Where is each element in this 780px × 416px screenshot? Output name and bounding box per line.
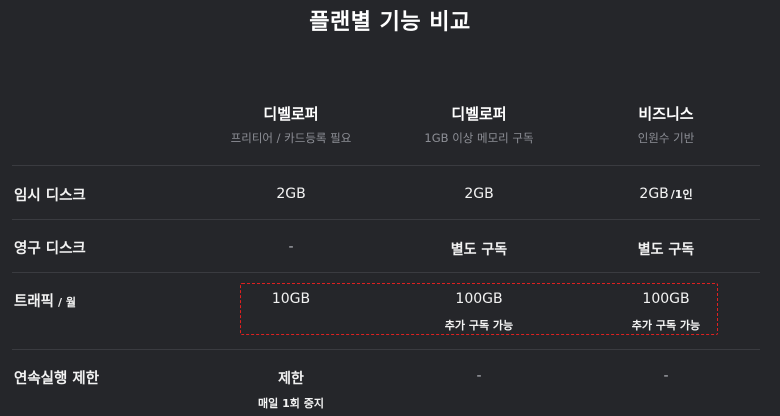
row-label-text: 트래픽 [14,294,55,310]
cell-unit: /1인 [670,188,693,201]
row-label-traffic: 트래픽 / 월 [14,290,76,311]
row-label-persistent-disk: 영구 디스크 [14,237,86,258]
plan-header-business: 비즈니스 인원수 기반 [573,104,759,146]
row-divider [12,165,760,166]
row-divider [12,272,760,273]
row-label-temp-disk: 임시 디스크 [14,184,86,205]
traffic-highlight-box [240,283,718,335]
cell-run-limit-plan2: - [476,368,482,384]
row-label-text: 연속실행 제한 [14,371,100,387]
cell-persistent-disk-plan3: 별도 구독 [637,242,695,258]
page-title: 플랜별 기능 비교 [309,10,471,35]
plan-comparison-page: 플랜별 기능 비교 디벨로퍼 프리티어 / 카드등록 필요 디벨로퍼 1GB 이… [0,0,780,416]
row-divider [12,349,760,350]
row-divider [12,219,760,220]
cell-run-limit-plan1-note: 매일 1회 중지 [258,397,324,410]
cell-run-limit-plan1: 제한 [278,371,304,387]
cell-temp-disk-plan1: 2GB [276,186,306,202]
row-label-unit: / 월 [58,296,76,309]
row-label-text: 영구 디스크 [14,241,86,257]
plan-name: 디벨로퍼 [451,105,507,123]
plan-header-developer-paid: 디벨로퍼 1GB 이상 메모리 구독 [386,104,572,146]
plan-description: 인원수 기반 [637,131,695,145]
plan-name: 디벨로퍼 [263,105,319,123]
cell-run-limit-plan3: - [663,368,669,384]
cell-temp-disk-plan3: 2GB/1인 [573,186,759,202]
row-label-text: 임시 디스크 [14,188,86,204]
plan-description: 프리티어 / 카드등록 필요 [230,131,352,145]
plan-header-developer-free: 디벨로퍼 프리티어 / 카드등록 필요 [198,104,384,146]
plan-description: 1GB 이상 메모리 구독 [424,131,534,145]
cell-temp-disk-plan2: 2GB [464,186,494,202]
row-label-continuous-run-limit: 연속실행 제한 [14,367,99,388]
cell-persistent-disk-plan2: 별도 구독 [450,242,508,258]
cell-persistent-disk-plan1: - [288,239,294,255]
cell-value: 2GB [639,186,669,202]
plan-name: 비즈니스 [638,105,694,123]
